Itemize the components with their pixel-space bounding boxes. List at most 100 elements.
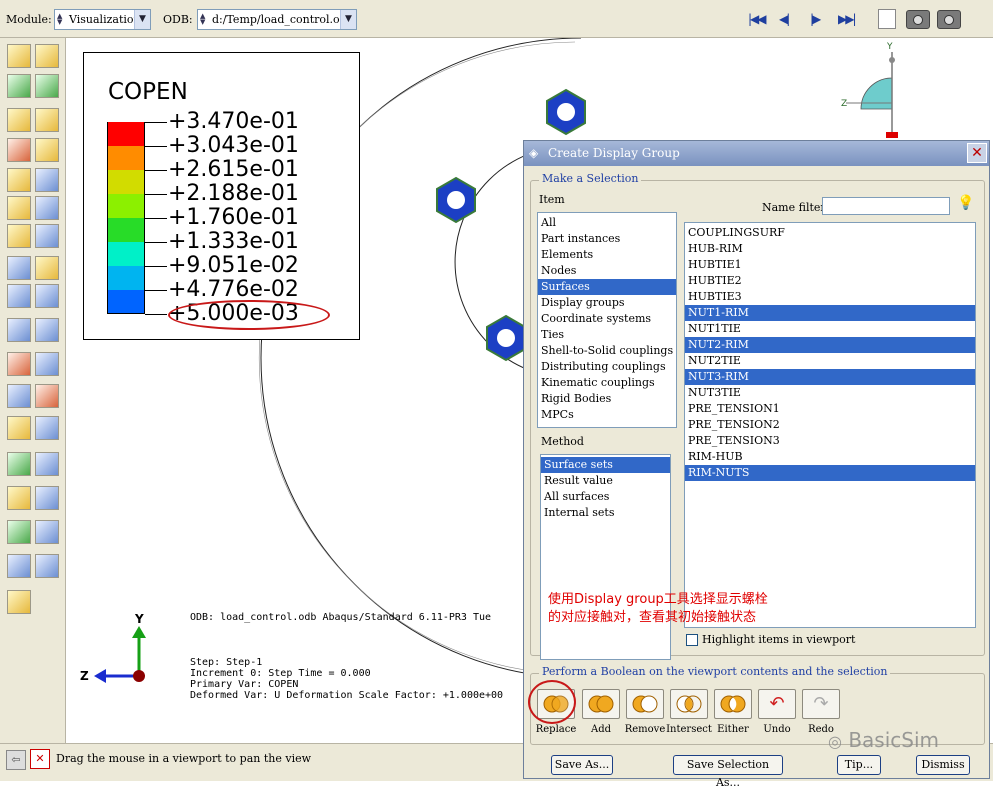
arrow-left-icon[interactable]: ⇦ xyxy=(6,750,26,770)
surface-option[interactable]: PRE_TENSION1 xyxy=(685,401,975,417)
animate-scale-icon[interactable] xyxy=(7,256,31,280)
superimpose-options-icon[interactable] xyxy=(35,224,59,248)
coordinate-manager-icon[interactable] xyxy=(35,554,59,578)
odb-combo[interactable]: ▲ ▼ d:/Temp/load_control.odb ▼ xyxy=(197,9,357,30)
surface-option[interactable]: PRE_TENSION3 xyxy=(685,433,975,449)
previous-frame-icon[interactable]: ◀| xyxy=(779,12,790,26)
either-button[interactable] xyxy=(714,689,752,719)
query-icon[interactable] xyxy=(35,44,59,68)
save-as-button[interactable]: Save As... xyxy=(551,755,613,775)
animate-time-icon[interactable] xyxy=(35,256,59,280)
surface-option[interactable]: PRE_TENSION2 xyxy=(685,417,975,433)
surface-option[interactable]: HUBTIE1 xyxy=(685,257,975,273)
plot-contours-icon[interactable] xyxy=(7,138,31,162)
chevron-down-icon[interactable]: ▼ xyxy=(134,10,150,29)
free-body-icon[interactable] xyxy=(7,486,31,510)
method-option[interactable]: Result value xyxy=(541,473,670,489)
edit-tool-icon[interactable] xyxy=(7,590,31,614)
method-option-selected[interactable]: Surface sets xyxy=(541,457,670,473)
surface-option-selected[interactable]: NUT2-RIM xyxy=(685,337,975,353)
symbol-options-icon[interactable] xyxy=(35,168,59,192)
overlay-options-icon[interactable] xyxy=(35,196,59,220)
surface-option[interactable]: NUT1TIE xyxy=(685,321,975,337)
first-frame-icon[interactable]: |◀◀ xyxy=(748,12,766,26)
close-icon[interactable]: ✕ xyxy=(967,143,987,163)
common-options-icon[interactable] xyxy=(35,108,59,132)
save-selection-as-button[interactable]: Save Selection As... xyxy=(673,755,783,789)
dialog-titlebar[interactable]: ◈ Create Display Group ✕ xyxy=(524,141,989,166)
item-option[interactable]: Distributing couplings xyxy=(538,359,676,375)
surface-option[interactable]: RIM-HUB xyxy=(685,449,975,465)
display-group-manager-icon[interactable] xyxy=(35,452,59,476)
surface-option-selected[interactable]: NUT1-RIM xyxy=(685,305,975,321)
chevron-down-icon[interactable]: ▼ xyxy=(340,10,356,29)
create-path-icon[interactable] xyxy=(7,384,31,408)
xy-options-icon[interactable] xyxy=(35,352,59,376)
undo-button[interactable]: ↶ xyxy=(758,689,796,719)
animate-harmonic-icon[interactable] xyxy=(7,284,31,308)
next-frame-icon[interactable]: |▶ xyxy=(810,12,821,26)
item-option[interactable]: Nodes xyxy=(538,263,676,279)
surface-option[interactable]: NUT3TIE xyxy=(685,385,975,401)
item-option-selected[interactable]: Surfaces xyxy=(538,279,676,295)
view-cut-options-icon[interactable] xyxy=(35,416,59,440)
surface-option[interactable]: NUT2TIE xyxy=(685,353,975,369)
surface-list[interactable]: COUPLINGSURF HUB-RIM HUBTIE1 HUBTIE2 HUB… xyxy=(684,222,976,628)
stream-icon[interactable] xyxy=(7,520,31,544)
item-option[interactable]: Elements xyxy=(538,247,676,263)
item-option[interactable]: All xyxy=(538,215,676,231)
allow-multiple-icon[interactable] xyxy=(7,196,31,220)
camera-icon[interactable] xyxy=(906,10,930,29)
xy-plot-icon[interactable] xyxy=(7,352,31,376)
plot-deformed-icon[interactable] xyxy=(35,74,59,98)
display-group-icon[interactable] xyxy=(7,452,31,476)
item-option[interactable]: Shell-to-Solid couplings xyxy=(538,343,676,359)
probe-values-icon[interactable] xyxy=(7,44,31,68)
dismiss-button[interactable]: Dismiss xyxy=(916,755,970,775)
contour-options-icon[interactable] xyxy=(35,138,59,162)
item-option[interactable]: Ties xyxy=(538,327,676,343)
animation-options-icon[interactable] xyxy=(35,284,59,308)
free-body-manager-icon[interactable] xyxy=(35,486,59,510)
xy-data-manager-icon[interactable] xyxy=(35,318,59,342)
item-option[interactable]: MPCs xyxy=(538,407,676,423)
remove-button[interactable] xyxy=(626,689,664,719)
frame-select-icon[interactable] xyxy=(878,9,896,29)
method-option[interactable]: All surfaces xyxy=(541,489,670,505)
redo-button[interactable]: ↷ xyxy=(802,689,840,719)
add-button[interactable] xyxy=(582,689,620,719)
item-list[interactable]: All Part instances Elements Nodes Surfac… xyxy=(537,212,677,428)
intersect-button[interactable] xyxy=(670,689,708,719)
surface-option-selected[interactable]: NUT3-RIM xyxy=(685,369,975,385)
last-frame-icon[interactable]: ▶▶| xyxy=(838,12,856,26)
superimpose-icon[interactable] xyxy=(7,224,31,248)
plot-elements-icon[interactable] xyxy=(7,108,31,132)
camera-settings-icon[interactable] xyxy=(937,10,961,29)
item-option[interactable]: Display groups xyxy=(538,295,676,311)
method-list[interactable]: Surface sets Result value All surfaces I… xyxy=(540,454,671,660)
coordinate-system-icon[interactable] xyxy=(7,554,31,578)
highlight-checkbox[interactable] xyxy=(686,634,698,646)
tip-button[interactable]: Tip... xyxy=(837,755,881,775)
item-option[interactable]: Coordinate systems xyxy=(538,311,676,327)
surface-option[interactable]: HUBTIE2 xyxy=(685,273,975,289)
name-filter-input[interactable] xyxy=(822,197,950,215)
stream-manager-icon[interactable] xyxy=(35,520,59,544)
legend-value: +3.043e-01 xyxy=(168,133,299,158)
surface-option-selected[interactable]: RIM-NUTS xyxy=(685,465,975,481)
surface-option[interactable]: COUPLINGSURF xyxy=(685,225,975,241)
item-option[interactable]: Kinematic couplings xyxy=(538,375,676,391)
cancel-icon[interactable]: ✕ xyxy=(30,749,50,769)
item-option[interactable]: Part instances xyxy=(538,231,676,247)
lightbulb-icon[interactable]: 💡 xyxy=(957,195,974,211)
surface-option[interactable]: HUBTIE3 xyxy=(685,289,975,305)
plot-symbols-icon[interactable] xyxy=(7,168,31,192)
surface-option[interactable]: HUB-RIM xyxy=(685,241,975,257)
method-option[interactable]: Internal sets xyxy=(541,505,670,521)
plot-undeformed-icon[interactable] xyxy=(7,74,31,98)
view-cut-icon[interactable] xyxy=(7,416,31,440)
item-option[interactable]: Rigid Bodies xyxy=(538,391,676,407)
module-combo[interactable]: ▲ ▼ Visualization ▼ xyxy=(54,9,151,30)
create-xy-data-icon[interactable] xyxy=(7,318,31,342)
path-plot-icon[interactable] xyxy=(35,384,59,408)
